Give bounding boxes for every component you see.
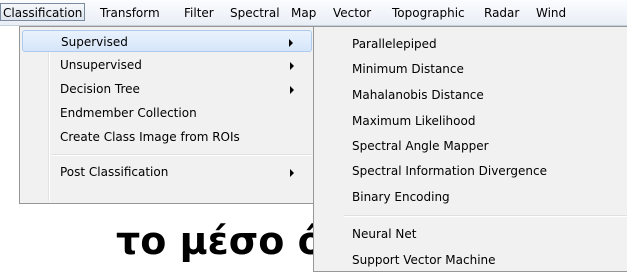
menu-item-create-class-image[interactable]: Create Class Image from ROIs [22,126,312,148]
menu-transform[interactable]: Transform [100,5,160,21]
submenu-item-spectral-angle-mapper[interactable]: Spectral Angle Mapper [352,134,489,158]
menu-item-label: Decision Tree [60,82,140,96]
submenu-arrow-icon [290,169,294,177]
submenu-item-spectral-information-divergence[interactable]: Spectral Information Divergence [352,159,547,183]
menu-vector[interactable]: Vector [333,5,371,21]
submenu-arrow-icon [289,39,293,47]
submenu-separator [344,215,627,217]
submenu-arrow-icon [290,62,294,70]
menu-filter[interactable]: Filter [184,5,214,21]
menu-item-supervised[interactable]: Supervised [22,30,312,52]
classification-dropdown: Supervised Unsupervised Decision Tree En… [19,26,315,204]
menu-topographic[interactable]: Topographic [392,5,465,21]
menu-map[interactable]: Map [291,5,316,21]
supervised-submenu: Parallelepiped Minimum Distance Mahalano… [313,26,627,272]
submenu-item-neural-net[interactable]: Neural Net [352,222,416,246]
menu-item-unsupervised[interactable]: Unsupervised [22,54,312,76]
menu-bar: Classification Transform Filter Spectral… [0,0,627,26]
submenu-item-maximum-likelihood[interactable]: Maximum Likelihood [352,109,475,133]
menu-item-endmember-collection[interactable]: Endmember Collection [22,102,312,124]
menu-separator [52,154,312,156]
menu-radar[interactable]: Radar [484,5,519,21]
menu-window[interactable]: Wind [536,5,566,21]
submenu-item-mahalanobis-distance[interactable]: Mahalanobis Distance [352,83,484,107]
submenu-arrow-icon [290,86,294,94]
menu-item-label: Supervised [61,35,128,49]
menu-item-label: Create Class Image from ROIs [60,130,240,144]
menu-item-decision-tree[interactable]: Decision Tree [22,78,312,100]
menu-item-label: Post Classification [60,165,169,179]
submenu-item-parallelepiped[interactable]: Parallelepiped [352,32,437,56]
menu-classification[interactable]: Classification [0,3,86,21]
menu-item-label: Endmember Collection [60,106,197,120]
menu-item-label: Unsupervised [60,58,142,72]
submenu-item-support-vector-machine[interactable]: Support Vector Machine [352,248,496,272]
menu-spectral[interactable]: Spectral [230,5,280,21]
submenu-item-binary-encoding[interactable]: Binary Encoding [352,185,450,209]
submenu-item-minimum-distance[interactable]: Minimum Distance [352,57,464,81]
menu-item-post-classification[interactable]: Post Classification [22,161,312,183]
